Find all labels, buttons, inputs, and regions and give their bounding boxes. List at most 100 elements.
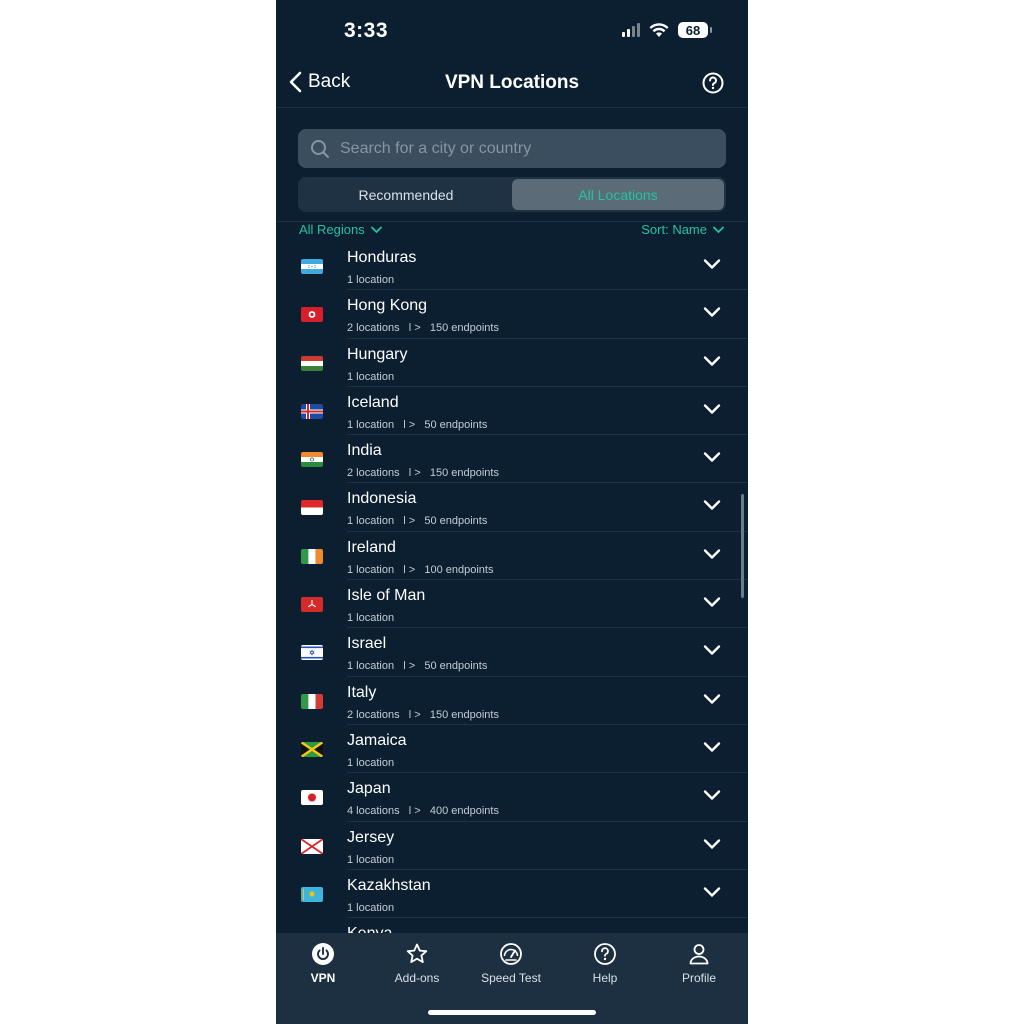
header-divider <box>276 107 748 108</box>
help-button[interactable] <box>702 72 724 99</box>
tab-profile[interactable]: Profile <box>652 942 746 985</box>
country-name: Iceland <box>347 393 399 411</box>
sort-dropdown[interactable]: Sort: Name <box>641 222 724 237</box>
chevron-down-icon[interactable] <box>703 693 721 705</box>
location-meta: 1 location l > 50 endpoints <box>347 515 488 528</box>
japan-flag-icon <box>301 790 323 806</box>
region-filter-dropdown[interactable]: All Regions <box>299 222 382 237</box>
jamaica-flag-icon <box>301 741 323 757</box>
chevron-down-icon[interactable] <box>703 596 721 608</box>
chevron-down-icon[interactable] <box>703 306 721 318</box>
location-meta: 1 location <box>347 274 395 286</box>
chevron-down-icon[interactable] <box>703 644 721 656</box>
hong-kong-flag-icon <box>301 307 323 323</box>
chevron-down-icon[interactable] <box>703 789 721 801</box>
tab-all-locations[interactable]: All Locations <box>512 179 724 210</box>
country-name: Ireland <box>347 538 396 556</box>
location-row[interactable]: Isle of Man 1 location <box>276 580 748 629</box>
tab-label: VPN <box>310 971 336 985</box>
search-box[interactable] <box>298 129 726 168</box>
tab-vpn[interactable]: VPN <box>276 942 370 985</box>
location-row[interactable]: Israel 1 location l > 50 endpoints <box>276 628 748 677</box>
tab-label: Speed Test <box>481 971 541 985</box>
status-icons: 68 <box>622 22 712 38</box>
location-meta: 1 location l > 100 endpoints <box>347 563 494 576</box>
help-icon <box>594 943 616 965</box>
location-meta: 1 location <box>347 370 395 383</box>
location-meta: 4 locations l > 400 endpoints <box>347 805 499 818</box>
location-meta: 2 locations l > 150 endpoints <box>347 708 499 721</box>
tab-speed-test[interactable]: Speed Test <box>464 942 558 985</box>
chevron-down-icon[interactable] <box>703 258 721 270</box>
honduras-flag-icon <box>301 259 323 274</box>
chevron-down-icon[interactable] <box>703 355 721 367</box>
jersey-flag-icon <box>301 838 323 854</box>
person-icon <box>689 944 709 965</box>
power-icon <box>312 943 334 965</box>
country-name: Hungary <box>347 345 408 363</box>
isle-of-man-flag-icon <box>301 597 323 613</box>
country-name: Jersey <box>347 828 395 846</box>
ireland-flag-icon <box>301 548 323 564</box>
chevron-down-icon[interactable] <box>703 403 721 415</box>
star-icon <box>406 943 428 963</box>
chevron-down-icon[interactable] <box>703 838 721 850</box>
tab-add-ons[interactable]: Add-ons <box>370 942 464 985</box>
battery-indicator: 68 <box>678 22 712 38</box>
location-meta: 2 locations l > 150 endpoints <box>347 322 499 335</box>
wifi-icon <box>649 22 669 37</box>
region-filter-label: All Regions <box>299 222 365 237</box>
help-circle-icon <box>702 72 724 94</box>
location-row[interactable]: Hungary 1 location <box>276 339 748 387</box>
location-row[interactable]: Italy 2 locations l > 150 endpoints <box>276 677 748 725</box>
country-name: India <box>347 442 382 460</box>
chevron-down-icon[interactable] <box>703 499 721 511</box>
chevron-down-icon[interactable] <box>703 741 721 753</box>
location-row[interactable]: Japan 4 locations l > 400 endpoints <box>276 773 748 822</box>
hungary-flag-icon <box>301 355 323 371</box>
location-list: Honduras 1 location Hong Kong 2 locations l… <box>276 242 748 919</box>
scrollbar[interactable] <box>741 494 744 598</box>
location-row[interactable]: Hong Kong 2 locations l > 150 endpoints <box>276 290 748 339</box>
location-row[interactable]: Jamaica 1 location <box>276 725 748 774</box>
sort-label: Sort: Name <box>641 222 707 237</box>
status-time: 3:33 <box>344 19 389 42</box>
chevron-down-icon[interactable] <box>703 886 721 898</box>
cellular-signal-icon <box>622 23 640 37</box>
location-row[interactable]: Honduras 1 location <box>276 242 748 291</box>
country-name: Indonesia <box>347 490 417 508</box>
tab-label: Help <box>592 971 618 985</box>
speedometer-icon <box>500 943 522 965</box>
tab-label: Add-ons <box>394 971 440 985</box>
indonesia-flag-icon <box>301 500 323 516</box>
chevron-down-icon[interactable] <box>703 548 721 560</box>
tab-recommended[interactable]: Recommended <box>300 179 512 210</box>
country-name: Isle of Man <box>347 587 426 605</box>
row-divider <box>347 917 748 919</box>
phone-screen: 3:33 68 Back VPN Locations Search for a … <box>276 0 748 1024</box>
location-row[interactable]: Ireland 1 location l > 100 endpoints <box>276 532 748 581</box>
location-row[interactable]: Kazakhstan 1 location <box>276 870 748 919</box>
location-row[interactable]: India 2 locations l > 150 endpoints <box>276 435 748 484</box>
country-name: Italy <box>347 683 377 701</box>
location-row[interactable]: Indonesia 1 location l > 50 endpoints <box>276 483 748 532</box>
location-meta: 1 location l > 50 endpoints <box>347 660 488 673</box>
tab-help[interactable]: Help <box>558 942 652 985</box>
search-input[interactable] <box>338 138 726 159</box>
location-meta: 1 location <box>347 853 395 866</box>
country-name: Israel <box>347 635 387 653</box>
country-name: Honduras <box>347 249 417 266</box>
iceland-flag-icon <box>301 403 323 419</box>
chevron-down-icon[interactable] <box>703 451 721 463</box>
country-name: Jamaica <box>347 731 407 749</box>
location-meta: 2 locations l > 150 endpoints <box>347 467 499 480</box>
location-row[interactable]: Jersey 1 location <box>276 822 748 870</box>
page-title: VPN Locations <box>444 72 580 93</box>
home-indicator <box>428 1010 596 1015</box>
country-name: Japan <box>347 780 391 798</box>
location-row[interactable]: Iceland 1 location l > 50 endpoints <box>276 387 748 436</box>
country-name: Kazakhstan <box>347 876 431 894</box>
search-icon <box>311 139 329 158</box>
india-flag-icon <box>301 452 323 468</box>
location-meta: 1 location <box>347 756 395 769</box>
